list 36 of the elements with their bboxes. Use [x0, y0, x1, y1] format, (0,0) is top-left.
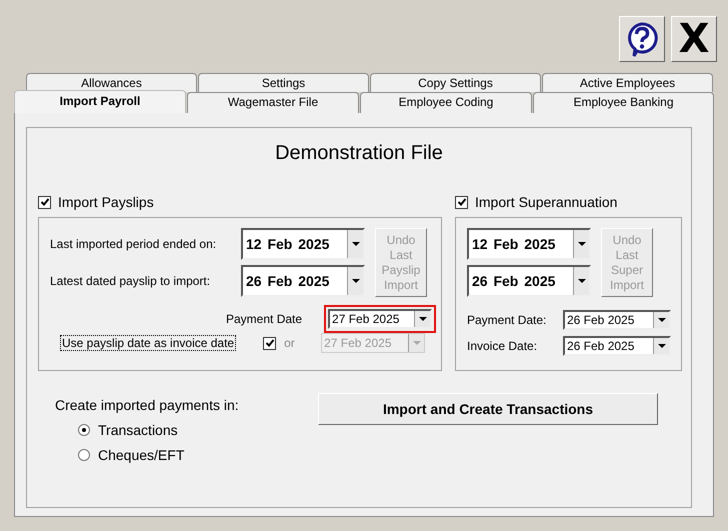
tab[interactable]: Settings	[198, 73, 369, 92]
file-title: Demonstration File	[274, 142, 444, 166]
field-label: Payment Date:	[467, 313, 546, 327]
field-label: Latest dated payslip to import:	[50, 274, 210, 288]
tab[interactable]: Import Payroll	[14, 90, 186, 113]
checkbox-label: Import Superannuation	[475, 194, 618, 210]
radio-label: Cheques/EFT	[98, 447, 184, 463]
checkbox-label: Use payslip date as invoice date	[60, 335, 236, 351]
or-label: or	[284, 336, 296, 350]
field-label: Payment Date	[226, 312, 302, 326]
checkbox[interactable]	[38, 196, 51, 208]
radio-button[interactable]	[78, 424, 90, 436]
tab[interactable]: Allowances	[26, 73, 197, 92]
date-dropdown[interactable]: 26 Feb 2025	[467, 265, 591, 297]
tab[interactable]: Copy Settings	[370, 73, 541, 92]
help-button[interactable]	[619, 16, 665, 62]
tab[interactable]: Active Employees	[542, 73, 713, 92]
section-label: Create imported payments in:	[55, 397, 240, 413]
tab[interactable]: Employee Banking	[533, 92, 714, 113]
help-icon	[625, 21, 659, 57]
field-label: Invoice Date:	[467, 339, 538, 353]
checkbox[interactable]	[455, 196, 468, 208]
date-dropdown[interactable]: 26 Feb 2025	[563, 336, 671, 356]
date-dropdown[interactable]: 12 Feb 2025	[467, 228, 591, 260]
checkbox-label: Import Payslips	[58, 194, 154, 210]
tab[interactable]: Wagemaster File	[187, 92, 359, 113]
date-dropdown[interactable]: 12 Feb 2025	[241, 228, 365, 260]
date-dropdown[interactable]: 27 Feb 2025	[328, 309, 432, 329]
field-label: Last imported period ended on:	[50, 237, 216, 251]
radio-button[interactable]	[78, 449, 90, 461]
date-dropdown[interactable]: 26 Feb 2025	[241, 265, 365, 297]
import-button[interactable]: Import and Create Transactions	[318, 393, 658, 425]
tab[interactable]: Employee Coding	[360, 92, 532, 113]
date-dropdown[interactable]: 26 Feb 2025	[563, 310, 671, 330]
close-button[interactable]: X	[671, 16, 717, 62]
radio-label: Transactions	[98, 422, 178, 438]
